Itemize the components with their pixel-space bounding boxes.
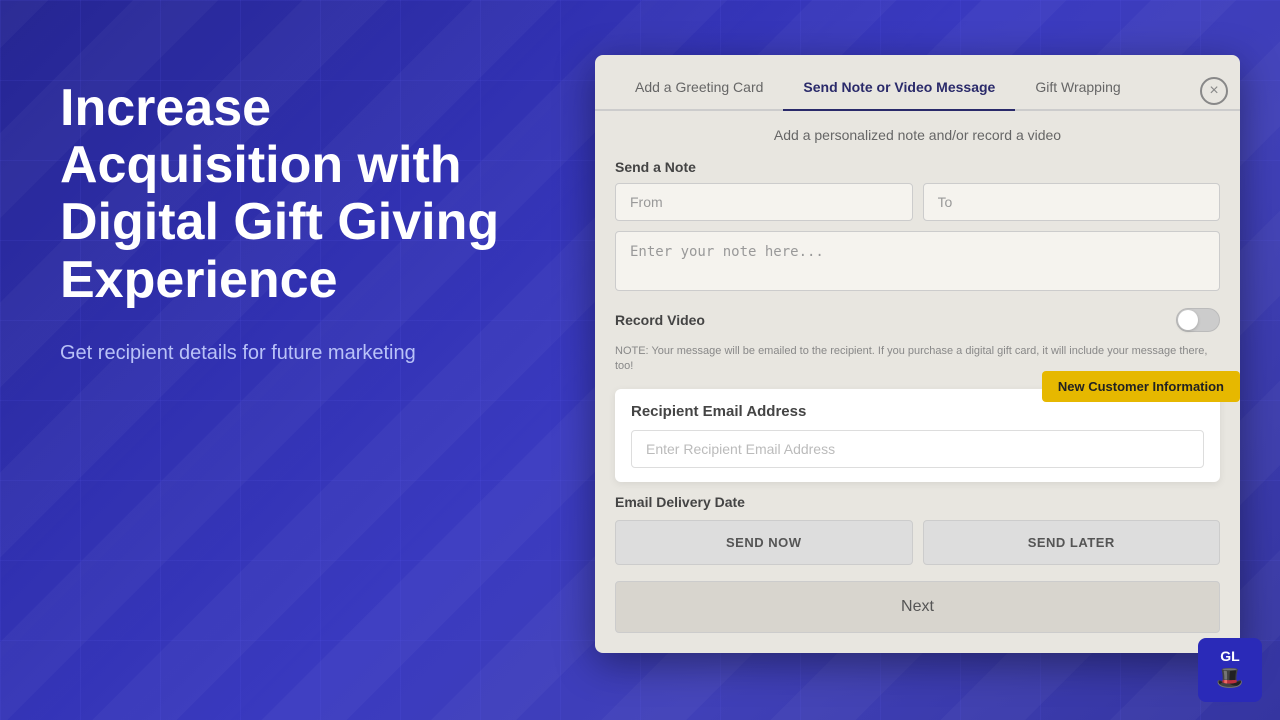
tab-send-note[interactable]: Send Note or Video Message	[783, 65, 1015, 111]
tab-greeting-card[interactable]: Add a Greeting Card	[615, 65, 783, 111]
tab-gift-wrapping[interactable]: Gift Wrapping	[1015, 65, 1140, 111]
tabs-container: Add a Greeting Card Send Note or Video M…	[595, 65, 1240, 111]
left-panel: Increase Acquisition with Digital Gift G…	[60, 80, 500, 367]
send-now-button[interactable]: SEND NOW	[615, 520, 913, 565]
recipient-email-input[interactable]	[631, 430, 1204, 468]
send-note-label: Send a Note	[615, 159, 1220, 175]
record-video-toggle[interactable]	[1176, 308, 1220, 332]
next-button[interactable]: Next	[615, 581, 1220, 633]
record-video-label: Record Video	[615, 312, 705, 328]
recipient-label: Recipient Email Address	[631, 403, 1204, 420]
modal-panel: × Add a Greeting Card Send Note or Video…	[595, 55, 1240, 653]
modal-body: Add a personalized note and/or record a …	[595, 111, 1240, 653]
email-delivery-label: Email Delivery Date	[615, 494, 1220, 510]
recipient-section: New Customer Information Recipient Email…	[615, 389, 1220, 482]
modal-header: × Add a Greeting Card Send Note or Video…	[595, 65, 1240, 111]
send-later-button[interactable]: SEND LATER	[923, 520, 1221, 565]
record-video-row: Record Video	[615, 308, 1220, 332]
new-customer-badge: New Customer Information	[1042, 371, 1240, 402]
modal-subtitle: Add a personalized note and/or record a …	[615, 127, 1220, 143]
close-icon: ×	[1209, 82, 1218, 100]
from-to-row	[615, 183, 1220, 221]
logo-badge: GL 🎩	[1198, 638, 1262, 702]
note-textarea[interactable]	[615, 231, 1220, 291]
logo-initials: GL	[1220, 649, 1239, 663]
close-button[interactable]: ×	[1200, 77, 1228, 105]
to-input[interactable]	[923, 183, 1221, 221]
send-row: SEND NOW SEND LATER	[615, 520, 1220, 565]
sub-heading: Get recipient details for future marketi…	[60, 339, 500, 367]
from-input[interactable]	[615, 183, 913, 221]
logo-icon: 🎩	[1216, 665, 1243, 691]
main-heading: Increase Acquisition with Digital Gift G…	[60, 80, 500, 309]
